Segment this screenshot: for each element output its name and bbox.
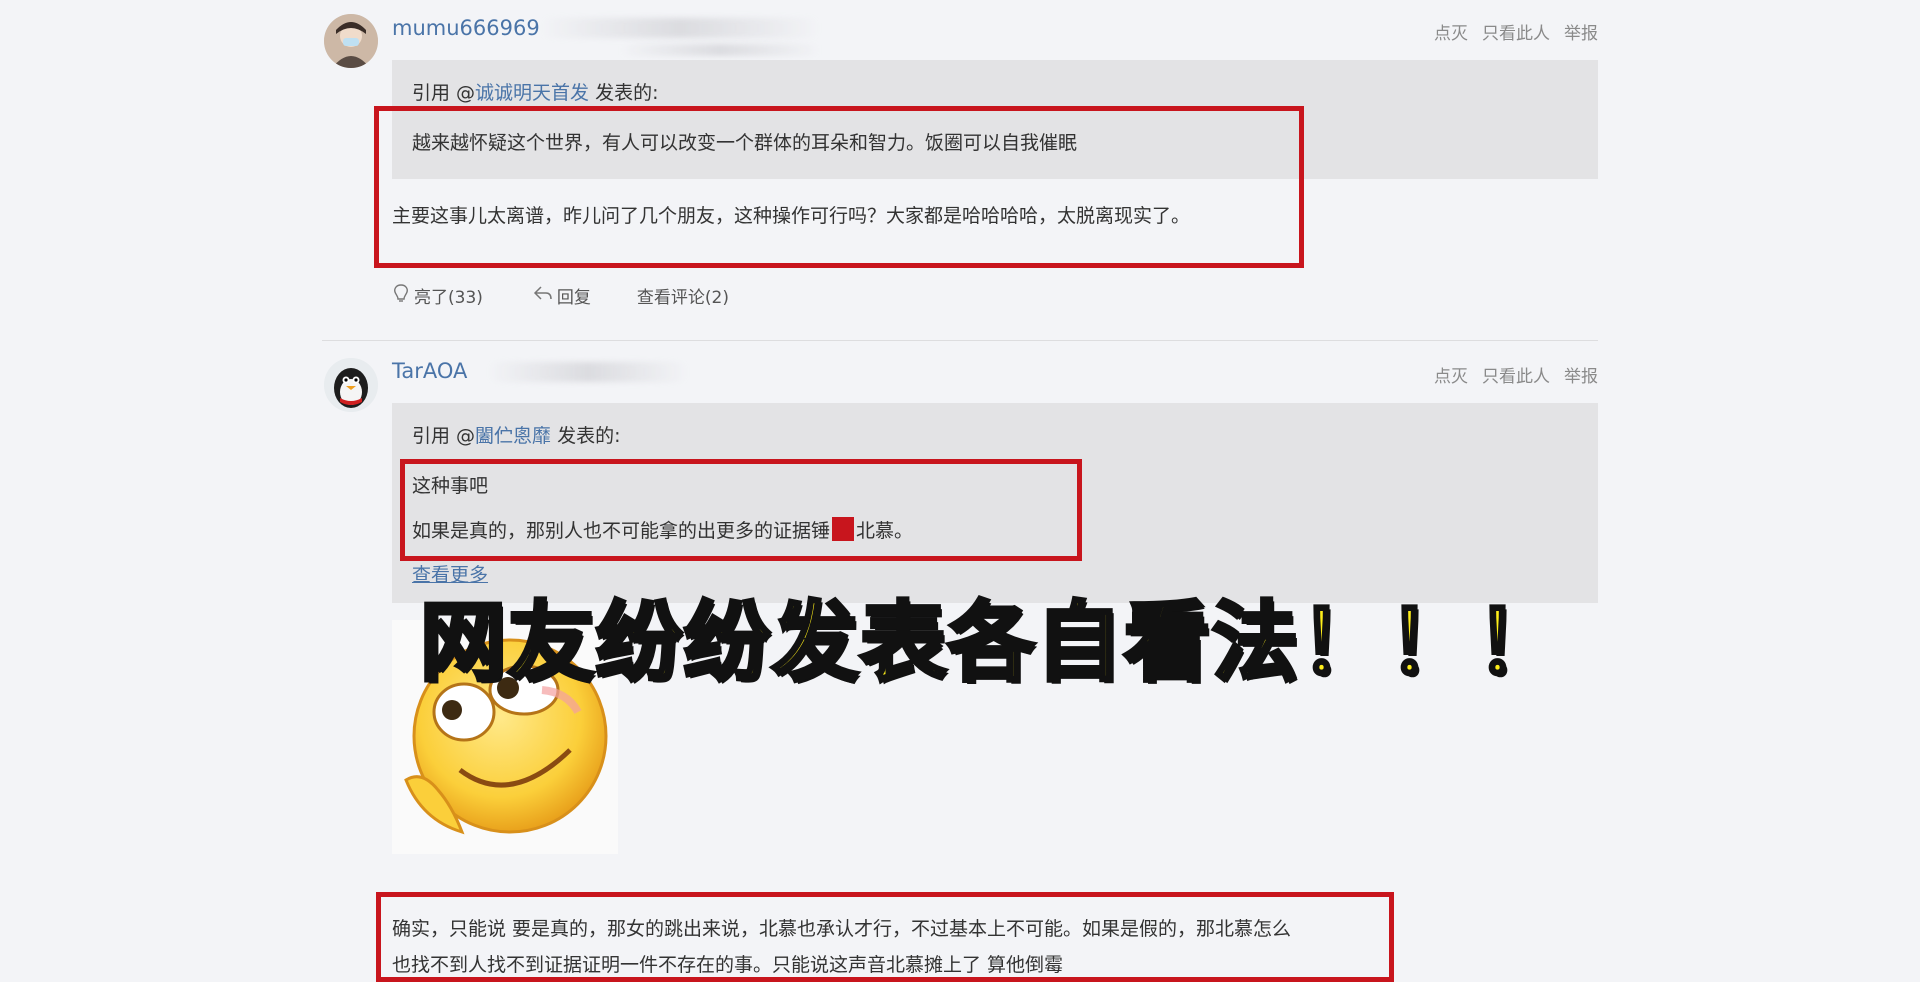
highlight-frame [400,459,1082,561]
username[interactable]: TarAOA [392,359,467,383]
blurred-meta [540,18,820,38]
report-link[interactable]: 举报 [1564,362,1598,387]
overlay-caption: 网友纷纷发表各自看法！！！ [418,591,1564,695]
report-link[interactable]: 举报 [1564,19,1598,44]
quote-header: 引用 @闔伫悤靡 发表的: [412,421,621,448]
avatar[interactable] [324,358,378,412]
downvote-link[interactable]: 点灭 [1434,19,1468,44]
downvote-link[interactable]: 点灭 [1434,362,1468,387]
post-divider [322,340,1598,341]
view-comments-button[interactable]: 查看评论(2) [637,283,729,308]
quote-user-link[interactable]: 诚诚明天首发 [475,82,589,104]
post-actions: 点灭 只看此人 举报 [1434,19,1598,44]
quote-header: 引用 @诚诚明天首发 发表的: [412,78,659,105]
post-actions: 点灭 只看此人 举报 [1434,362,1598,387]
post-footer: 亮了(33) 回复 查看评论(2) [392,283,729,308]
highlight-frame [376,892,1394,982]
blurred-meta [488,362,688,382]
highlight-frame [374,106,1304,268]
reply-button[interactable]: 回复 [557,283,591,308]
reply-icon[interactable] [533,284,553,307]
blurred-meta [620,44,820,56]
quote-suffix: 发表的: [551,425,621,447]
quote-user-link[interactable]: 闔伫悤靡 [475,425,551,447]
like-button[interactable]: 亮了(33) [414,283,483,308]
only-this-user-link[interactable]: 只看此人 [1482,362,1550,387]
only-this-user-link[interactable]: 只看此人 [1482,19,1550,44]
avatar[interactable] [324,14,378,68]
quote-prefix: 引用 @ [412,425,476,447]
like-icon[interactable] [392,283,410,308]
quote-prefix: 引用 @ [412,82,476,104]
username[interactable]: mumu666969 [392,16,540,40]
quote-suffix: 发表的: [589,82,659,104]
